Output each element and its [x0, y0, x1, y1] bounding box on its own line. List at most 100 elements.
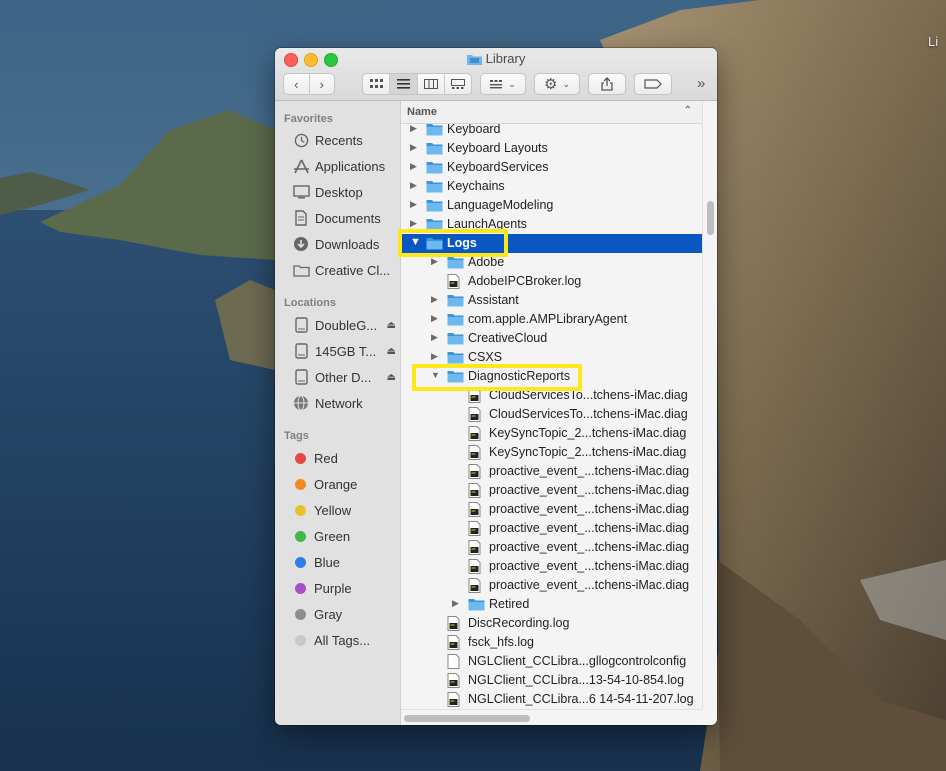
table-row[interactable]: CloudServicesTo...tchens-iMac.diag: [401, 386, 702, 405]
table-row[interactable]: ▶ CSXS: [401, 348, 702, 367]
sidebar-tag-gray[interactable]: Gray: [291, 604, 396, 624]
share-button[interactable]: [588, 73, 626, 95]
disclosure-closed-icon[interactable]: ▶: [410, 161, 417, 172]
disclosure-open-icon[interactable]: ▼: [431, 370, 440, 380]
back-button[interactable]: ‹: [284, 74, 310, 94]
sidebar-item-label: Gray: [314, 606, 343, 622]
disclosure-closed-icon[interactable]: ▶: [431, 351, 438, 362]
desktop-item-label[interactable]: Li: [928, 34, 938, 49]
table-row[interactable]: proactive_event_...tchens-iMac.diag: [401, 557, 702, 576]
forward-button[interactable]: ›: [310, 74, 335, 94]
table-row[interactable]: ▶ Adobe: [401, 253, 702, 272]
sidebar-tag-green[interactable]: Green: [291, 526, 396, 546]
drive-icon: [291, 343, 311, 359]
share-icon: [601, 77, 613, 91]
table-row[interactable]: proactive_event_...tchens-iMac.diag: [401, 519, 702, 538]
sidebar-item-downloads[interactable]: Downloads: [291, 234, 396, 254]
vertical-scroll-thumb[interactable]: [707, 201, 714, 235]
table-row[interactable]: ▶ KeyboardServices: [401, 158, 702, 177]
group-button[interactable]: ⌄: [480, 73, 526, 95]
file-name: LaunchAgents: [447, 217, 527, 231]
horizontal-scrollbar[interactable]: [401, 709, 702, 725]
table-row[interactable]: ▶ LaunchAgents: [401, 215, 702, 234]
sidebar-tag-yellow[interactable]: Yellow: [291, 500, 396, 520]
table-row[interactable]: ▶ Assistant: [401, 291, 702, 310]
sidebar-item-label: Purple: [314, 580, 352, 596]
vertical-scrollbar[interactable]: [702, 101, 717, 709]
table-row[interactable]: proactive_event_...tchens-iMac.diag: [401, 576, 702, 595]
tag-color-dot: [295, 556, 306, 568]
sidebar-item-desktop[interactable]: Desktop: [291, 182, 396, 202]
disclosure-closed-icon[interactable]: ▶: [431, 313, 438, 324]
table-row[interactable]: NGLClient_CCLibra...6 14-54-11-207.log: [401, 690, 702, 709]
table-row[interactable]: KeySyncTopic_2...tchens-iMac.diag: [401, 424, 702, 443]
disclosure-closed-icon[interactable]: ▶: [410, 124, 417, 134]
disclosure-closed-icon[interactable]: ▶: [410, 142, 417, 153]
table-row[interactable]: proactive_event_...tchens-iMac.diag: [401, 462, 702, 481]
gallery-view-button[interactable]: [445, 74, 471, 94]
column-header-name[interactable]: Name ⌃: [401, 101, 702, 124]
sidebar-item-location-3[interactable]: Other D... ⏏: [291, 367, 396, 387]
table-row[interactable]: ▶ Keyboard: [401, 124, 702, 139]
table-row[interactable]: ▶ Keychains: [401, 177, 702, 196]
table-row[interactable]: DiscRecording.log: [401, 614, 702, 633]
sidebar-item-location-2[interactable]: 145GB T... ⏏: [291, 341, 396, 361]
disclosure-closed-icon[interactable]: ▶: [410, 180, 417, 191]
table-row[interactable]: ▶ CreativeCloud: [401, 329, 702, 348]
table-row[interactable]: KeySyncTopic_2...tchens-iMac.diag: [401, 443, 702, 462]
sidebar-item-label: Recents: [315, 132, 363, 148]
table-row[interactable]: ▶ LanguageModeling: [401, 196, 702, 215]
sidebar-item-location-1[interactable]: DoubleG... ⏏: [291, 315, 396, 335]
edit-tags-button[interactable]: [634, 73, 672, 95]
table-row[interactable]: CloudServicesTo...tchens-iMac.diag: [401, 405, 702, 424]
sidebar-tag-orange[interactable]: Orange: [291, 474, 396, 494]
disclosure-closed-icon[interactable]: ▶: [431, 256, 438, 267]
log-file-icon: [468, 521, 481, 539]
disclosure-closed-icon[interactable]: ▶: [410, 199, 417, 210]
horizontal-scroll-thumb[interactable]: [404, 715, 530, 722]
file-name: proactive_event_...tchens-iMac.diag: [489, 464, 690, 478]
file-name: Keychains: [447, 179, 505, 193]
sidebar-item-creative-cloud[interactable]: Creative Cl...: [291, 260, 396, 280]
toolbar-overflow-button[interactable]: »: [697, 75, 705, 92]
chevron-right-icon: ›: [319, 76, 324, 92]
table-row-selected[interactable]: ▼ Logs: [401, 234, 702, 253]
sidebar-item-label: Applications: [315, 158, 386, 174]
sidebar-item-recents[interactable]: Recents: [291, 130, 396, 150]
folder-icon: [426, 160, 443, 177]
file-list: Name ⌃ ▶ Keyboard ▶ Keyboard Layouts ▶ Keyboa…: [401, 101, 717, 725]
disclosure-closed-icon[interactable]: ▶: [452, 598, 459, 609]
disclosure-open-icon[interactable]: ▼: [410, 236, 421, 248]
disclosure-closed-icon[interactable]: ▶: [431, 332, 438, 343]
table-row[interactable]: NGLClient_CCLibra...gllogcontrolconfig: [401, 652, 702, 671]
table-row[interactable]: ▶ Retired: [401, 595, 702, 614]
sidebar-tag-blue[interactable]: Blue: [291, 552, 396, 572]
table-row[interactable]: proactive_event_...tchens-iMac.diag: [401, 481, 702, 500]
table-row[interactable]: fsck_hfs.log: [401, 633, 702, 652]
titlebar[interactable]: Library ‹ › ⌄ ⚙ ⌄ »: [275, 48, 717, 101]
table-row[interactable]: ▶ Keyboard Layouts: [401, 139, 702, 158]
sidebar-tag-purple[interactable]: Purple: [291, 578, 396, 598]
disclosure-closed-icon[interactable]: ▶: [410, 218, 417, 229]
sidebar-item-network[interactable]: Network: [291, 393, 396, 413]
sidebar-item-applications[interactable]: Applications: [291, 156, 396, 176]
table-row[interactable]: NGLClient_CCLibra...13-54-10-854.log: [401, 671, 702, 690]
sidebar-tag-red[interactable]: Red: [291, 448, 396, 468]
list-icon: [396, 79, 410, 89]
sidebar-all-tags[interactable]: All Tags...: [291, 630, 396, 650]
column-view-button[interactable]: [418, 74, 445, 94]
table-row[interactable]: ▶ com.apple.AMPLibraryAgent: [401, 310, 702, 329]
eject-icon[interactable]: ⏏: [387, 346, 396, 357]
table-row[interactable]: proactive_event_...tchens-iMac.diag: [401, 538, 702, 557]
icon-view-button[interactable]: [363, 74, 391, 94]
disclosure-closed-icon[interactable]: ▶: [431, 294, 438, 305]
eject-icon[interactable]: ⏏: [387, 372, 396, 383]
table-row[interactable]: AdobeIPCBroker.log: [401, 272, 702, 291]
eject-icon[interactable]: ⏏: [387, 320, 396, 331]
list-view-button[interactable]: [390, 74, 418, 94]
sidebar-item-documents[interactable]: Documents: [291, 208, 396, 228]
table-row[interactable]: proactive_event_...tchens-iMac.diag: [401, 500, 702, 519]
table-row[interactable]: ▼ DiagnosticReports: [401, 367, 702, 386]
action-button[interactable]: ⚙ ⌄: [534, 73, 580, 95]
tag-icon: [644, 79, 662, 89]
